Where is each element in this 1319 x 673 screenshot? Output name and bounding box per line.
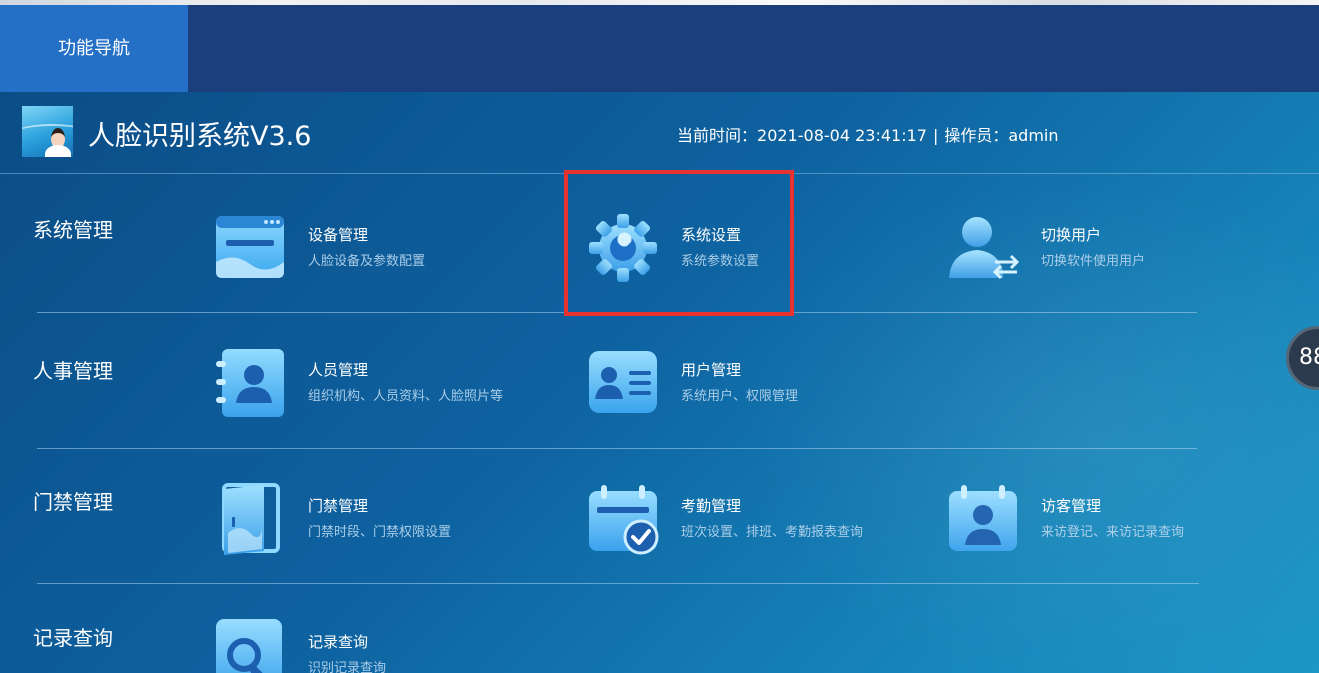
tile-access-management[interactable]: 门禁管理 门禁时段、门禁权限设置 bbox=[214, 483, 554, 563]
tile-title: 人员管理 bbox=[308, 361, 369, 379]
tab-bar: 功能导航 bbox=[0, 5, 1319, 92]
section-title-access: 门禁管理 bbox=[33, 490, 113, 514]
device-window-icon bbox=[216, 216, 284, 278]
section-title-personnel: 人事管理 bbox=[33, 359, 113, 383]
section-divider bbox=[37, 448, 1197, 449]
tile-visitor-management[interactable]: 访客管理 来访登记、来访记录查询 bbox=[947, 483, 1287, 563]
tile-title: 记录查询 bbox=[308, 633, 369, 651]
tile-desc: 组织机构、人员资料、人脸照片等 bbox=[308, 389, 504, 404]
app-logo bbox=[22, 106, 73, 157]
tab-function-nav[interactable]: 功能导航 bbox=[0, 5, 188, 92]
tile-device-management[interactable]: 设备管理 人脸设备及参数配置 bbox=[214, 212, 554, 292]
tile-person-management[interactable]: 人员管理 组织机构、人员资料、人脸照片等 bbox=[214, 347, 554, 427]
tile-title: 切换用户 bbox=[1041, 226, 1102, 244]
status-bar: 当前时间：2021-08-04 23:41:17 | 操作员：admin bbox=[677, 122, 1059, 146]
tile-desc: 人脸设备及参数配置 bbox=[308, 254, 426, 269]
tile-desc: 系统用户、权限管理 bbox=[681, 389, 799, 404]
door-icon bbox=[222, 483, 280, 555]
tile-title: 门禁管理 bbox=[308, 497, 369, 515]
section-divider bbox=[37, 583, 1199, 584]
tile-user-management[interactable]: 用户管理 系统用户、权限管理 bbox=[587, 347, 927, 427]
tile-title: 设备管理 bbox=[308, 226, 369, 244]
visitor-calendar-icon bbox=[949, 485, 1017, 551]
gauge-value: 88 bbox=[1299, 345, 1319, 370]
main-panel: 人脸识别系统V3.6 当前时间：2021-08-04 23:41:17 | 操作员：… bbox=[0, 92, 1319, 673]
time-value: 2021-08-04 23:41:17 bbox=[757, 126, 927, 145]
id-card-icon bbox=[589, 351, 657, 413]
gear-wrench-icon bbox=[589, 214, 657, 282]
section-title-records: 记录查询 bbox=[33, 626, 113, 650]
section-title-system: 系统管理 bbox=[33, 218, 113, 242]
tile-desc: 来访登记、来访记录查询 bbox=[1041, 525, 1185, 540]
tile-desc: 识别记录查询 bbox=[308, 661, 387, 673]
tile-switch-user[interactable]: 切换用户 切换软件使用用户 bbox=[947, 212, 1287, 292]
tile-title: 访客管理 bbox=[1041, 497, 1102, 515]
tile-title: 用户管理 bbox=[681, 361, 742, 379]
tile-title: 系统设置 bbox=[681, 226, 742, 244]
tile-title: 考勤管理 bbox=[681, 497, 742, 515]
tile-desc: 班次设置、排班、考勤报表查询 bbox=[681, 525, 864, 540]
tile-desc: 切换软件使用用户 bbox=[1041, 254, 1146, 269]
time-label: 当前时间： bbox=[677, 126, 758, 145]
search-doc-icon bbox=[216, 619, 282, 673]
tile-desc: 门禁时段、门禁权限设置 bbox=[308, 525, 452, 540]
operator-label: 操作员： bbox=[944, 126, 1009, 145]
section-divider bbox=[37, 312, 1197, 313]
tile-attendance-management[interactable]: 考勤管理 班次设置、排班、考勤报表查询 bbox=[587, 483, 927, 563]
switch-user-icon bbox=[949, 217, 1019, 280]
tile-system-settings[interactable]: 系统设置 系统参数设置 bbox=[587, 212, 927, 292]
calendar-check-icon bbox=[589, 485, 659, 555]
app-title: 人脸识别系统V3.6 bbox=[88, 121, 312, 152]
operator-value: admin bbox=[1008, 126, 1059, 145]
contact-book-icon bbox=[216, 349, 284, 417]
tile-desc: 系统参数设置 bbox=[681, 254, 760, 269]
tile-record-query[interactable]: 记录查询 识别记录查询 bbox=[214, 619, 554, 673]
app-header: 人脸识别系统V3.6 当前时间：2021-08-04 23:41:17 | 操作员：… bbox=[0, 92, 1319, 174]
separator: | bbox=[932, 126, 939, 145]
